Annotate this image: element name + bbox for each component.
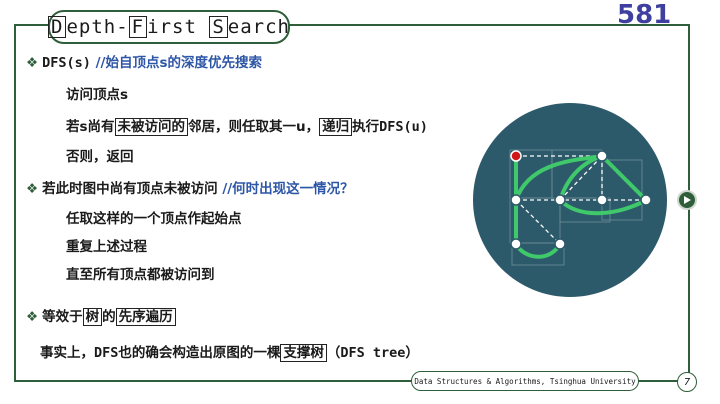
- line-preorder: ❖ 等效于树的先序遍历: [26, 308, 176, 326]
- text: 若s尚有: [66, 119, 115, 135]
- text: 的: [102, 309, 116, 325]
- boxed-spanning-tree: 支撑树: [280, 344, 327, 362]
- diamond-bullet-icon: ❖: [26, 55, 39, 71]
- line-recurse: 若s尚有 未被访问的 邻居，则任取其一u， 递归 执行DFS(u): [66, 118, 428, 136]
- diamond-bullet-icon: ❖: [26, 181, 39, 197]
- code-dfs-u: DFS(u): [379, 119, 428, 135]
- frame-left-top: [14, 24, 50, 26]
- title-letter-d: D: [48, 16, 67, 38]
- boxed-preorder: 先序遍历: [115, 308, 176, 326]
- start-vertex: [510, 150, 522, 162]
- page-number: 581: [617, 0, 672, 30]
- title-part: irst: [147, 16, 210, 38]
- line-visit: 访问顶点s: [66, 87, 129, 103]
- diamond-bullet-icon: ❖: [26, 309, 39, 325]
- text: 执行: [352, 119, 380, 135]
- line-repeat: 重复上述过程: [66, 239, 147, 255]
- line-dfs-signature: ❖ DFS(s) //始自顶点s的深度优先搜索: [26, 54, 262, 72]
- line-unvisited-remaining: ❖ 若此时图中尚有顶点未被访问 //何时出现这一情况？: [26, 180, 354, 198]
- play-triangle-icon: [684, 196, 691, 204]
- text: 邻居，则任取其一u，: [188, 119, 320, 135]
- line-dfs-tree: 事实上，DFS也的确会构造出原图的一棵 支撑树 （DFS tree）: [40, 344, 419, 362]
- title-part: earch: [227, 16, 290, 38]
- text: 也的确会构造出原图的一棵: [118, 345, 281, 361]
- play-next-icon[interactable]: [677, 190, 697, 210]
- title-letter-f: F: [128, 16, 148, 38]
- comment-start: //始自顶点s的深度优先搜索: [95, 55, 262, 71]
- frame-left-line: [14, 24, 16, 380]
- title-part: epth-: [66, 16, 129, 38]
- text: （: [326, 345, 341, 361]
- slide-number: 7: [677, 372, 697, 392]
- code-dfs-tree: DFS tree: [340, 345, 406, 361]
- text: ）: [405, 345, 419, 361]
- boxed-recursive: 递归: [319, 118, 353, 136]
- boxed-unvisited: 未被访问的: [114, 118, 189, 136]
- line-until-all: 直至所有顶点都被访问到: [66, 267, 215, 283]
- course-footer: Data Structures & Algorithms, Tsinghua U…: [411, 371, 639, 391]
- text: 等效于: [42, 309, 83, 325]
- comment-when: //何时出现这一情况？: [222, 181, 354, 197]
- code-dfs: DFS: [94, 345, 119, 361]
- text: 事实上，: [40, 345, 94, 361]
- boxed-tree: 树: [82, 308, 103, 326]
- title-letter-s: S: [209, 16, 228, 38]
- line-else-return: 否则，返回: [66, 149, 134, 165]
- code-dfs-s: DFS(s): [42, 55, 91, 71]
- line-pick-start: 任取这样的一个顶点作起始点: [66, 211, 242, 227]
- slide-title: Depth- First Search: [48, 10, 290, 44]
- dfs-graph-illustration: [473, 103, 667, 297]
- text: 若此时图中尚有顶点未被访问: [42, 181, 218, 197]
